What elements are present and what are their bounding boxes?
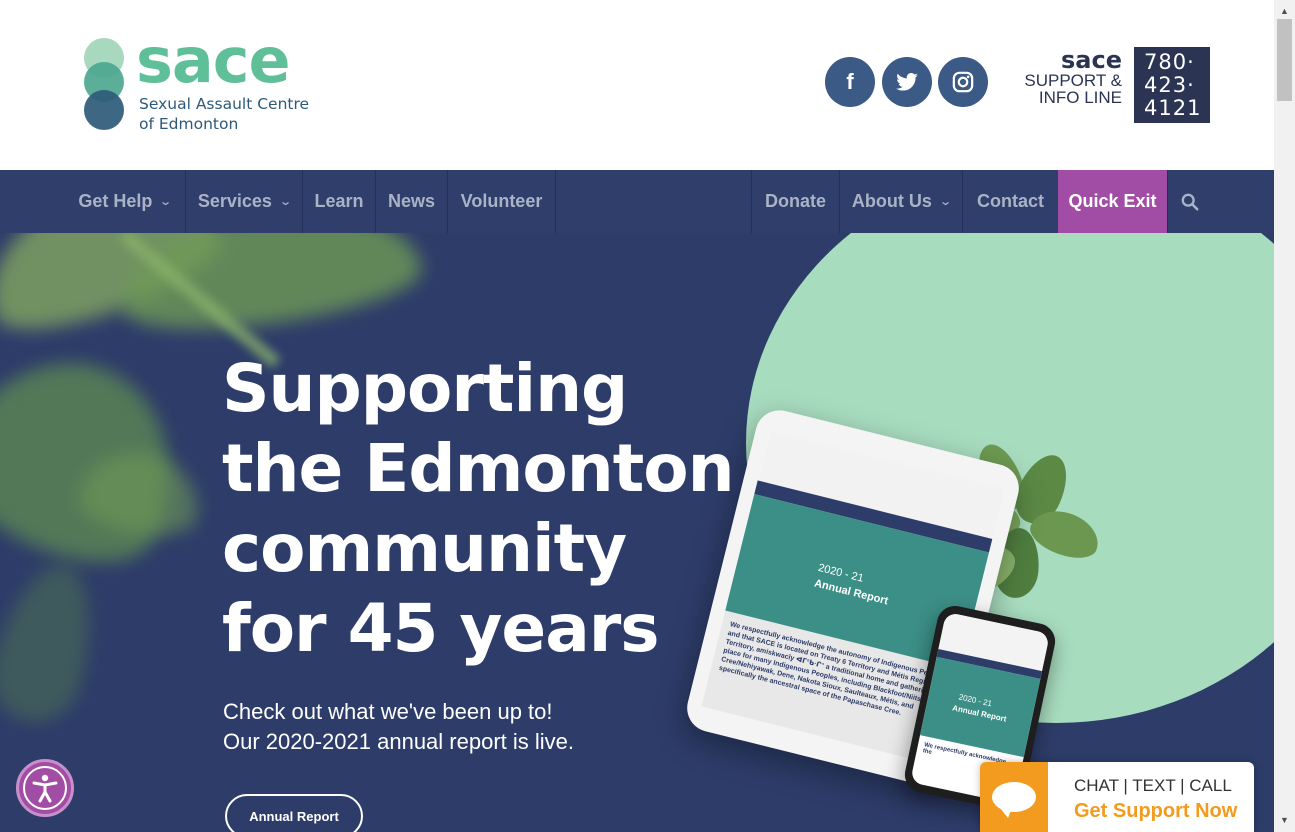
hero-subtext-line1: Check out what we've been up to! (223, 699, 553, 724)
main-nav: Get Help ⌄ Services ⌄ Learn News Volunteer… (0, 170, 1274, 233)
hero-headline: Supporting the Edmonton community for 45… (222, 349, 782, 669)
chevron-down-icon: ⌄ (159, 196, 173, 208)
sace-logo[interactable]: sace Sexual Assault Centre of Edmonton (82, 24, 322, 136)
nav-item-news[interactable]: News (376, 170, 447, 233)
chevron-down-icon: ⌄ (279, 196, 292, 208)
chevron-down-icon: ⌄ (939, 196, 952, 208)
nav-item-donate[interactable]: Donate (752, 170, 839, 233)
scroll-up-arrow-icon[interactable]: ▲ (1280, 6, 1289, 16)
nav-item-label: Contact (977, 191, 1044, 211)
page-scrollbar[interactable]: ▲ ▼ (1274, 0, 1295, 832)
support-phone-number[interactable]: 780· 423· 4121 (1134, 47, 1210, 123)
annual-report-button[interactable]: Annual Report (225, 794, 363, 832)
chat-bubble-icon (980, 762, 1048, 832)
leaf-decoration (0, 554, 110, 732)
quick-exit-button[interactable]: Quick Exit (1058, 170, 1167, 233)
hero-subtext: Check out what we've been up to! Our 202… (223, 697, 574, 757)
nav-item-label: Learn (314, 191, 364, 211)
hero-subtext-line2: Our 2020-2021 annual report is live. (223, 729, 574, 754)
headline-line: community (222, 510, 627, 587)
nav-item-label: Services (197, 191, 272, 211)
nav-item-about-us[interactable]: About Us ⌄ (840, 170, 962, 233)
support-label: SUPPORT & INFO LINE (1016, 72, 1122, 106)
nav-divider (555, 170, 556, 233)
site-header: sace Sexual Assault Centre of Edmonton f… (0, 0, 1274, 170)
headline-line: the Edmonton (222, 430, 735, 507)
quick-exit-label: Quick Exit (1068, 191, 1157, 211)
nav-item-services[interactable]: Services ⌄ (186, 170, 302, 233)
nav-item-label: Donate (764, 191, 826, 211)
support-info-line[interactable]: sace SUPPORT & INFO LINE 780· 423· 4121 (1016, 47, 1216, 123)
phone-part-1: 780· (1144, 50, 1195, 74)
accessibility-button[interactable] (16, 759, 74, 817)
chat-support-widget[interactable]: CHAT | TEXT | CALL Get Support Now (980, 762, 1254, 832)
support-label-line1: SUPPORT & (1024, 71, 1122, 90)
nav-item-contact[interactable]: Contact (963, 170, 1058, 233)
search-icon (1181, 193, 1199, 210)
nav-item-label: Volunteer (460, 191, 543, 211)
phone-part-3: 4121 (1144, 96, 1202, 120)
headline-line: for 45 years (222, 590, 660, 667)
leaf-decoration (113, 233, 427, 344)
scrollbar-thumb[interactable] (1277, 19, 1292, 101)
twitter-bird-icon (896, 73, 918, 91)
instagram-glyph-icon (952, 71, 974, 93)
nav-item-learn[interactable]: Learn (303, 170, 375, 233)
accessibility-icon (23, 766, 67, 810)
support-brand: sace (1061, 46, 1122, 74)
nav-item-get-help[interactable]: Get Help ⌄ (64, 170, 185, 233)
chat-options-label: CHAT | TEXT | CALL (1074, 776, 1232, 795)
twitter-icon[interactable] (882, 57, 932, 107)
support-label-line2: INFO LINE (1038, 88, 1122, 107)
logo-subtitle-line1: Sexual Assault Centre (139, 95, 310, 113)
get-support-now-link[interactable]: Get Support Now (1074, 800, 1237, 823)
logo-subtitle: Sexual Assault Centre of Edmonton (139, 94, 309, 134)
nav-item-label: About Us (851, 191, 932, 211)
leaf-decoration (0, 325, 210, 591)
nav-item-label: Get Help (78, 191, 153, 211)
facebook-icon[interactable]: f (825, 57, 875, 107)
logo-circles-icon (82, 36, 126, 136)
logo-subtitle-line2: of Edmonton (139, 115, 239, 133)
hero-banner: 2020 - 21 Annual Report We respectfully … (0, 233, 1274, 832)
search-button[interactable] (1168, 170, 1212, 233)
phone-part-2: 423· (1144, 73, 1195, 97)
phone-report-title: Annual Report (951, 703, 1008, 724)
headline-line: Supporting (222, 350, 628, 427)
nav-item-label: News (387, 191, 436, 211)
nav-item-volunteer[interactable]: Volunteer (448, 170, 555, 233)
scroll-down-arrow-icon[interactable]: ▼ (1280, 815, 1289, 825)
logo-wordmark: sace (136, 24, 291, 97)
instagram-icon[interactable] (938, 57, 988, 107)
